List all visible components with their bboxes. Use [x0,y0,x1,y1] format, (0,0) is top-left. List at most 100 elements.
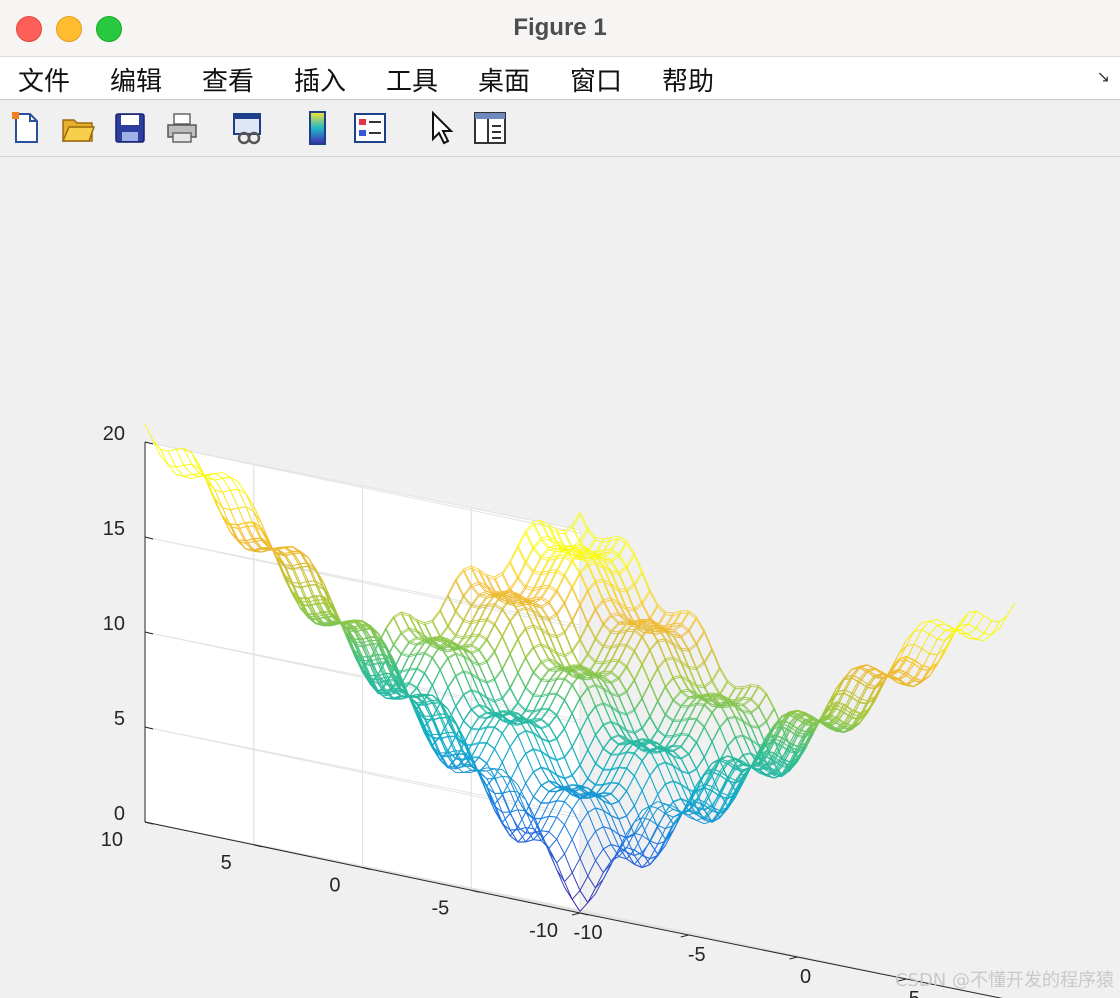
mesh-segment [657,715,666,732]
mesh-segment [657,641,666,661]
open-folder-icon[interactable] [60,110,96,146]
mesh-segment [602,630,612,646]
mesh-segment [595,610,604,626]
mesh-segment [610,621,620,632]
mesh-segment [672,706,682,722]
mesh-segment [672,719,682,736]
mesh-segment [618,543,627,557]
mesh-segment [610,738,620,746]
mesh-segment [641,683,651,700]
mesh-segment [665,687,674,702]
mesh-segment [649,827,659,843]
mesh-segment [626,631,635,647]
mesh-segment [579,842,589,859]
mesh-segment [696,719,705,728]
mesh-segment [711,726,721,742]
mesh-segment [587,637,596,654]
mesh-segment [766,709,775,723]
mesh-segment [634,710,643,730]
mesh-segment [571,511,581,526]
mesh-segment [634,680,643,700]
mesh-segment [634,637,643,653]
mesh-segment [579,749,589,765]
mesh-segment [602,753,612,770]
mesh-segment [657,669,666,688]
mesh-segment [688,631,697,646]
property-inspector-icon[interactable] [472,110,508,146]
mesh-segment [602,737,612,749]
menu-desktop[interactable]: 桌面 [478,61,530,98]
mesh-segment [595,706,604,726]
mesh-segment [649,765,659,777]
mesh-segment [758,692,767,707]
mesh-segment [657,611,666,626]
title-bar: Figure 1 [0,0,1120,57]
mesh-segment [595,723,604,735]
mesh-segment [727,686,736,700]
colorbar-icon[interactable] [300,110,336,146]
mesh-segment [641,650,651,666]
mesh-segment [649,650,659,670]
surface-chart[interactable]: -10-50510-10-5051005101520 [0,157,1120,998]
menu-insert[interactable]: 插入 [294,61,346,98]
mesh-segment [703,663,713,683]
mesh-segment [579,565,589,575]
menu-view[interactable]: 查看 [202,61,254,98]
print-icon[interactable] [164,110,200,146]
mesh-segment [587,582,596,593]
mesh-segment [711,713,721,729]
mesh-segment [579,640,589,656]
mesh-segment [595,848,604,861]
link-plot-icon[interactable] [230,110,266,146]
mesh-segment [696,704,705,706]
mesh-segment [657,660,666,670]
mesh-segment [641,715,651,728]
mesh-segment [758,686,767,696]
mesh-segment [587,807,596,813]
menu-tools[interactable]: 工具 [386,61,438,98]
mesh-segment [680,647,689,650]
mesh-segment [579,750,589,766]
menu-file[interactable]: 文件 [18,61,70,98]
save-icon[interactable] [112,110,148,146]
mesh-segment [665,658,674,661]
mesh-segment [649,640,658,650]
mesh-segment [719,682,728,696]
mesh-segment [634,698,643,712]
menu-help[interactable]: 帮助 [662,61,714,98]
mesh-segment [595,639,604,648]
mesh-segment [711,668,721,683]
mesh-segment [595,601,604,611]
mesh-segment [587,608,596,624]
mesh-segment [649,604,659,618]
menu-edit[interactable]: 编辑 [110,61,162,98]
mesh-segment [641,637,651,652]
mesh-segment [703,650,713,664]
mesh-segment [657,638,666,641]
menu-window[interactable]: 窗口 [570,61,622,98]
mesh-segment [641,604,651,620]
mesh-segment [680,696,690,706]
mesh-segment [641,775,651,792]
mesh-segment [649,592,659,608]
mesh-segment [626,679,635,692]
legend-icon[interactable] [352,110,388,146]
mesh-segment [727,737,736,747]
mesh-segment [579,717,589,733]
mesh-segment [719,727,728,747]
mesh-segment [641,573,651,593]
mesh-segment [618,783,627,792]
mesh-segment [587,717,596,736]
mesh-segment [587,565,596,584]
mesh-segment [641,681,651,698]
mesh-segment [587,831,596,844]
new-figure-icon[interactable] [8,110,44,146]
mesh-segment [634,832,643,836]
mesh-segment [649,701,659,718]
mesh-segment [672,691,682,702]
mesh-segment [641,589,651,603]
edit-plot-pointer-icon[interactable] [424,110,460,146]
plot-area[interactable]: -10-50510-10-5051005101520 [0,157,1120,998]
mesh-segment [595,725,604,736]
menu-dock-icon[interactable]: ↘ [1097,67,1110,87]
